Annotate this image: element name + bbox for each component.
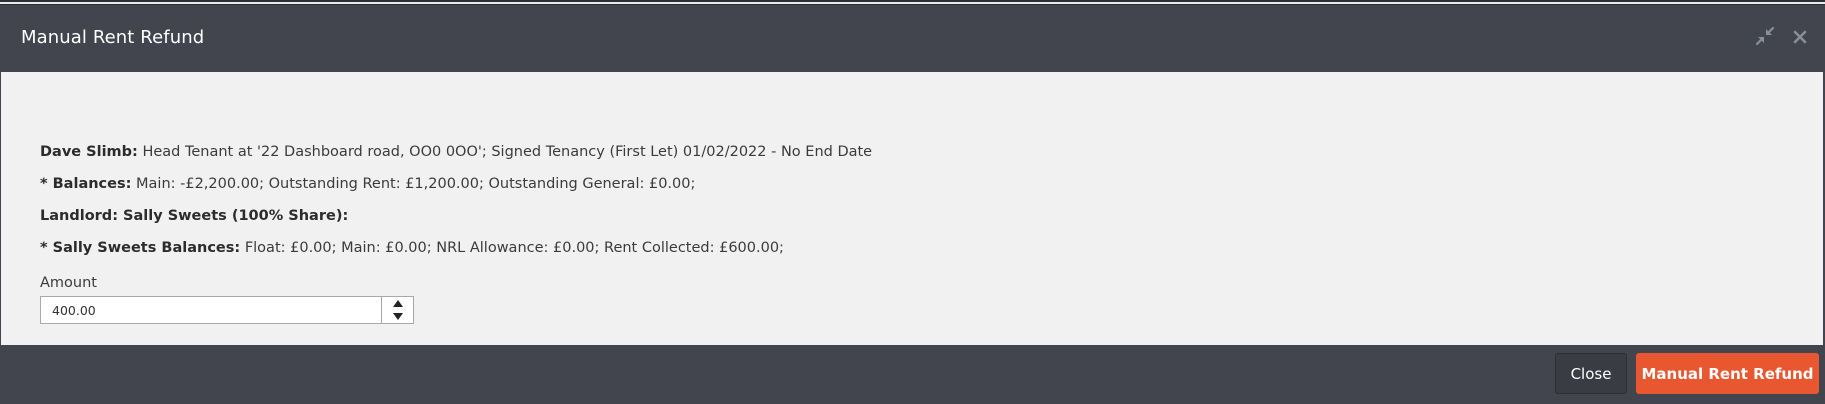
stepper-up-button[interactable]: [382, 297, 413, 310]
landlord-balances-line: * Sally Sweets Balances: Float: £0.00; M…: [40, 240, 784, 256]
tenant-name-label: Dave Slimb:: [40, 144, 138, 160]
amount-input[interactable]: [41, 297, 381, 323]
landlord-balances-label: * Sally Sweets Balances:: [40, 240, 241, 256]
amount-label: Amount: [40, 275, 97, 291]
triangle-up-icon: [392, 300, 403, 307]
modal-footer: Close Manual Rent Refund: [0, 345, 1825, 404]
balances-text: Main: -£2,200.00; Outstanding Rent: £1,2…: [136, 176, 696, 192]
compress-icon[interactable]: [1753, 24, 1777, 48]
tenant-description: Head Tenant at '22 Dashboard road, OO0 0…: [142, 144, 873, 160]
close-button[interactable]: Close: [1555, 353, 1627, 394]
amount-stepper: [381, 297, 413, 323]
amount-field: [40, 296, 414, 324]
landlord-label: Landlord: Sally Sweets (100% Share):: [40, 208, 349, 224]
balances-line: * Balances: Main: -£2,200.00; Outstandin…: [40, 176, 695, 192]
manual-rent-refund-modal: Manual Rent Refund Dave Slimb: Head Tena…: [0, 5, 1825, 404]
landlord-line: Landlord: Sally Sweets (100% Share):: [40, 208, 348, 224]
modal-title: Manual Rent Refund: [21, 27, 205, 48]
landlord-balances-text: Float: £0.00; Main: £0.00; NRL Allowance…: [244, 240, 784, 256]
modal-body: Dave Slimb: Head Tenant at '22 Dashboard…: [1, 72, 1823, 345]
close-x-icon[interactable]: [1788, 25, 1812, 49]
triangle-down-icon: [392, 313, 403, 320]
balances-label: * Balances:: [40, 176, 132, 192]
manual-rent-refund-button[interactable]: Manual Rent Refund: [1636, 353, 1819, 394]
stepper-down-button[interactable]: [382, 310, 413, 323]
modal-header: Manual Rent Refund: [0, 5, 1825, 72]
tenant-info-line: Dave Slimb: Head Tenant at '22 Dashboard…: [40, 144, 872, 160]
